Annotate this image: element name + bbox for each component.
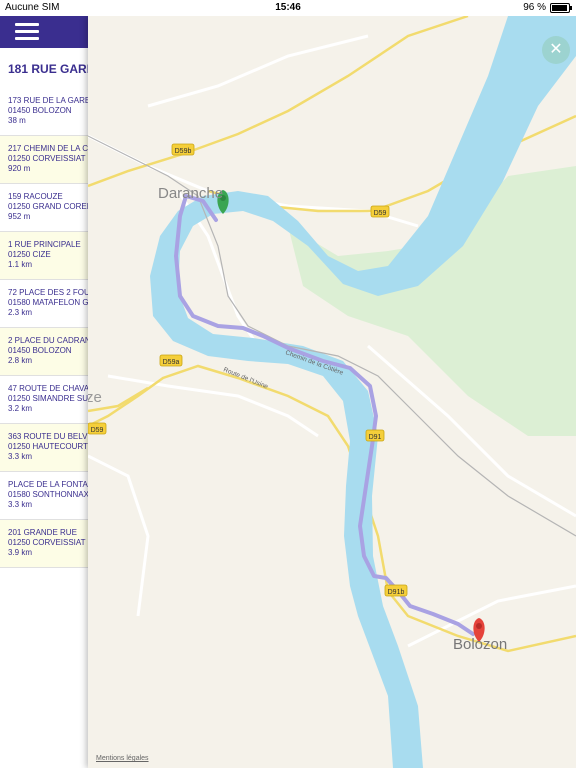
place-daranche: Daranche: [158, 185, 223, 202]
address-line: 1 RUE PRINCIPALE: [8, 240, 81, 249]
forest-area: [288, 166, 576, 436]
address-line: 72 PLACE DES 2 FOURS: [8, 288, 88, 297]
battery-icon: [550, 2, 572, 13]
address-line: 2 PLACE DU CADRAN: [8, 336, 88, 345]
list-item[interactable]: 363 ROUTE DU BELVEDERE01250 HAUTECOURT3.…: [0, 424, 88, 472]
distance-label: 3.3 km: [8, 452, 33, 461]
top-bar: [0, 16, 88, 48]
status-bar: Aucune SIM 15:46 96 %: [0, 0, 576, 16]
distance-label: 1.1 km: [8, 260, 33, 269]
legal-link[interactable]: Mentions légales: [96, 755, 149, 762]
address-line: 47 ROUTE DE CHAVANNES: [8, 384, 88, 393]
road-label: D59b: [175, 148, 192, 155]
address-line: 01580 MATAFELON GRANGES: [8, 298, 88, 307]
hamburger-icon[interactable]: [15, 23, 39, 41]
battery-status: 96 %: [523, 2, 572, 13]
address-line: 01250 CIZE: [8, 250, 51, 259]
distance-label: 2.8 km: [8, 356, 33, 365]
address-line: 01250 CORVEISSIAT: [8, 538, 86, 547]
distance-label: 952 m: [8, 212, 31, 221]
address-line: 01450 BOLOZON: [8, 106, 72, 115]
map-canvas[interactable]: Daranche Bolozon ze D59b D59 D59a D59 D9…: [88, 16, 576, 768]
list-item[interactable]: 2 PLACE DU CADRAN 01450 BOLOZON 2.8 km: [0, 328, 88, 376]
list-item[interactable]: 201 GRANDE RUE 01250 CORVEISSIAT 3.9 km: [0, 520, 88, 568]
list-item[interactable]: 173 RUE DE LA GARE 01450 BOLOZON 38 m: [0, 88, 88, 136]
distance-label: 3.9 km: [8, 548, 33, 557]
distance-label: 2.3 km: [8, 308, 33, 317]
road-shield-d59: D59: [370, 205, 390, 218]
address-line: 01250 SIMANDRE SUR SURAN: [8, 394, 88, 403]
distance-label: 3.3 km: [8, 500, 33, 509]
address-line: 01250 CORVEISSIAT: [8, 154, 86, 163]
address-line: 01250 HAUTECOURT: [8, 442, 88, 451]
list-item[interactable]: 217 CHEMIN DE LA CÔTE01250 CORVEISSIAT92…: [0, 136, 88, 184]
road-label: D59a: [163, 359, 180, 366]
close-icon: ✕: [549, 41, 563, 58]
road-label: D91b: [388, 589, 405, 596]
address-line: 01450 BOLOZON: [8, 346, 72, 355]
road-label: D59: [374, 210, 387, 217]
road-shield-d59b: D59b: [171, 143, 195, 156]
road-shield-d91b: D91b: [384, 584, 408, 597]
address-line: PLACE DE LA FONTAINE: [8, 480, 88, 489]
battery-percent: 96 %: [523, 2, 546, 13]
clock: 15:46: [275, 2, 301, 13]
address-line: 363 ROUTE DU BELVEDERE: [8, 432, 88, 441]
road-shield-d91: D91: [365, 429, 385, 442]
address-line: 201 GRANDE RUE: [8, 528, 77, 537]
address-line: 01250 GRAND CORENT: [8, 202, 88, 211]
road-shield-d59-left: D59: [88, 422, 107, 435]
address-line: 173 RUE DE LA GARE: [8, 96, 88, 105]
results-list: 173 RUE DE LA GARE 01450 BOLOZON 38 m 217 C…: [0, 88, 88, 568]
list-item[interactable]: 159 RACOUZE01250 GRAND CORENT952 m: [0, 184, 88, 232]
results-panel: 181 RUE GARE 173 RUE DE LA GARE 01450 BOL…: [0, 16, 88, 768]
list-item[interactable]: 1 RUE PRINCIPALE 01250 CIZE 1.1 km: [0, 232, 88, 280]
address-line: 159 RACOUZE: [8, 192, 63, 201]
address-line: 217 CHEMIN DE LA CÔTE: [8, 144, 88, 153]
list-item[interactable]: 47 ROUTE DE CHAVANNES01250 SIMANDRE SUR …: [0, 376, 88, 424]
road-shield-d59a: D59a: [159, 354, 183, 367]
list-item[interactable]: 72 PLACE DES 2 FOURS01580 MATAFELON GRAN…: [0, 280, 88, 328]
address-line: 01580 SONTHONNAX: [8, 490, 88, 499]
distance-label: 920 m: [8, 164, 31, 173]
map-view[interactable]: Daranche Bolozon ze D59b D59 D59a D59 D9…: [88, 16, 576, 768]
road-label: D91: [369, 434, 382, 441]
street-label-usine: Route de l'Usine: [222, 366, 269, 390]
list-item[interactable]: PLACE DE LA FONTAINE01580 SONTHONNAX3.3 …: [0, 472, 88, 520]
distance-label: 3.2 km: [8, 404, 33, 413]
close-button[interactable]: ✕: [542, 36, 570, 64]
place-cize-partial: ze: [88, 389, 102, 406]
distance-label: 38 m: [8, 116, 26, 125]
road-label: D59: [91, 427, 104, 434]
destination-title: 181 RUE GARE: [8, 62, 88, 76]
place-bolozon: Bolozon: [453, 636, 507, 653]
